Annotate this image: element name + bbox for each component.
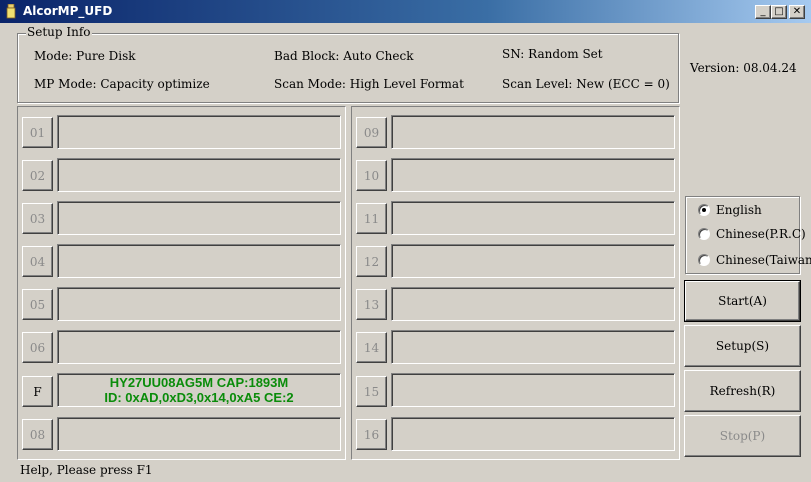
slots-panel-right: 09 10 11 12 13 14 15 16 [351, 106, 680, 460]
radio-chinese-prc[interactable] [698, 228, 710, 240]
language-option-english[interactable]: English [698, 202, 762, 218]
setup-button[interactable]: Setup(S) [684, 325, 801, 367]
slot-button-01[interactable]: 01 [22, 117, 53, 148]
radio-chinese-taiwan[interactable] [698, 254, 710, 266]
slot-status-14 [391, 330, 675, 364]
slot-status-15 [391, 373, 675, 407]
scan-level-info: Scan Level: New (ECC = 0) [502, 77, 670, 91]
slot-button-04[interactable]: 04 [22, 246, 53, 277]
title-bar[interactable]: AlcorMP_UFD _ □ ✕ [0, 0, 811, 23]
status-bar: Help, Please press F1 [20, 463, 153, 477]
setup-info-group: Setup Info Mode: Pure Disk Bad Block: Au… [17, 25, 679, 103]
slot-status-13 [391, 287, 675, 321]
flash-id-text: ID: 0xAD,0xD3,0x14,0xA5 CE:2 [104, 390, 294, 405]
slot-button-11[interactable]: 11 [356, 203, 387, 234]
slot-button-07[interactable]: F [22, 376, 53, 407]
slot-status-12 [391, 244, 675, 278]
scan-mode-info: Scan Mode: High Level Format [274, 77, 464, 91]
usb-drive-icon [6, 4, 16, 19]
sn-info: SN: Random Set [502, 47, 603, 61]
slot-status-09 [391, 115, 675, 149]
slots-panel-left: 01 02 03 04 05 06 F HY27UU08AG5M CAP:189… [17, 106, 346, 460]
slot-status-04 [57, 244, 341, 278]
slot-button-13[interactable]: 13 [356, 289, 387, 320]
setup-info-legend: Setup Info [26, 25, 92, 39]
slot-button-02[interactable]: 02 [22, 160, 53, 191]
slot-button-12[interactable]: 12 [356, 246, 387, 277]
flash-model-text: HY27UU08AG5M CAP:1893M [109, 375, 289, 390]
slot-button-16[interactable]: 16 [356, 419, 387, 450]
slot-status-05 [57, 287, 341, 321]
slot-status-01 [57, 115, 341, 149]
slot-status-03 [57, 201, 341, 235]
slot-status-02 [57, 158, 341, 192]
slot-status-06 [57, 330, 341, 364]
slot-button-09[interactable]: 09 [356, 117, 387, 148]
maximize-button[interactable]: □ [771, 5, 787, 19]
stop-button[interactable]: Stop(P) [684, 415, 801, 457]
language-group: English Chinese(P.R.C) Chinese(Taiwan) [685, 196, 811, 274]
window-title: AlcorMP_UFD [23, 4, 113, 18]
radio-english[interactable] [698, 204, 710, 216]
slot-button-10[interactable]: 10 [356, 160, 387, 191]
language-label-chinese-prc: Chinese(P.R.C) [716, 227, 806, 241]
close-button[interactable]: ✕ [789, 5, 805, 19]
slot-button-14[interactable]: 14 [356, 332, 387, 363]
slot-button-06[interactable]: 06 [22, 332, 53, 363]
slot-button-08[interactable]: 08 [22, 419, 53, 450]
slot-button-03[interactable]: 03 [22, 203, 53, 234]
slot-status-11 [391, 201, 675, 235]
start-button[interactable]: Start(A) [684, 280, 801, 322]
minimize-button[interactable]: _ [755, 5, 771, 19]
language-label-chinese-taiwan: Chinese(Taiwan) [716, 253, 811, 267]
slot-button-05[interactable]: 05 [22, 289, 53, 320]
slot-status-07: HY27UU08AG5M CAP:1893M ID: 0xAD,0xD3,0x1… [57, 373, 341, 407]
mp-mode-info: MP Mode: Capacity optimize [34, 77, 210, 91]
slot-status-10 [391, 158, 675, 192]
refresh-button[interactable]: Refresh(R) [684, 370, 801, 412]
language-label-english: English [716, 203, 762, 217]
slot-button-15[interactable]: 15 [356, 376, 387, 407]
mode-info: Mode: Pure Disk [34, 49, 136, 63]
bad-block-info: Bad Block: Auto Check [274, 49, 414, 63]
language-option-chinese-prc[interactable]: Chinese(P.R.C) [698, 226, 806, 242]
version-label: Version: 08.04.24 [690, 61, 797, 75]
slot-status-16 [391, 417, 675, 451]
slot-status-08 [57, 417, 341, 451]
language-option-chinese-taiwan[interactable]: Chinese(Taiwan) [698, 252, 811, 268]
